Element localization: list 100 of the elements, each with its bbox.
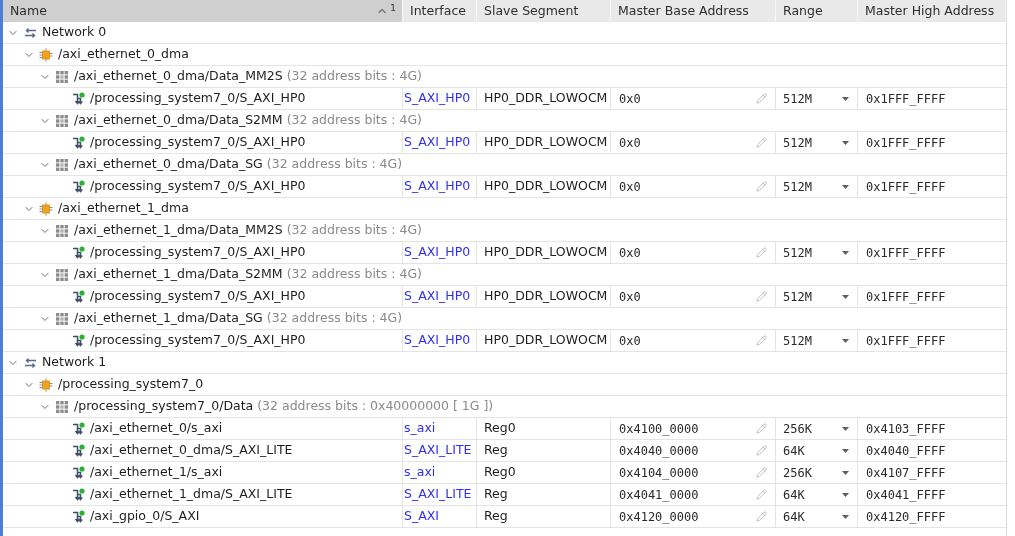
range-dropdown[interactable]: 64K: [783, 441, 849, 460]
column-header[interactable]: Name 1: [3, 0, 403, 22]
caret-down-icon: [842, 492, 849, 497]
range-dropdown[interactable]: 256K: [783, 419, 849, 438]
branch-arrow-icon: [71, 444, 85, 457]
range-dropdown[interactable]: 512M: [783, 287, 849, 306]
interface-link[interactable]: S_AXI_HP0: [404, 133, 471, 152]
range-dropdown[interactable]: 512M: [783, 133, 849, 152]
segment-label[interactable]: /axi_ethernet_1/s_axi: [90, 463, 223, 482]
instance-label[interactable]: /processing_system7_0: [58, 375, 204, 394]
segment-label[interactable]: /axi_ethernet_0_dma/S_AXI_LITE: [90, 441, 293, 460]
address-bits-note: (32 address bits : 4G): [286, 111, 422, 130]
high-address-text: 0x1FFF_FFFF: [866, 90, 946, 108]
caret-down-icon: [842, 448, 849, 453]
grid-icon: [56, 158, 68, 171]
pencil-icon[interactable]: [756, 137, 767, 148]
segment-label[interactable]: /processing_system7_0/S_AXI_HP0: [90, 177, 306, 196]
interface-link[interactable]: S_AXI_LITE: [404, 485, 472, 504]
pencil-icon[interactable]: [756, 335, 767, 346]
high-address-text: 0x1FFF_FFFF: [866, 178, 946, 196]
pencil-icon[interactable]: [756, 489, 767, 500]
column-header[interactable]: Interface: [403, 0, 477, 22]
instance-label[interactable]: /axi_ethernet_0_dma: [58, 45, 189, 64]
segment-label[interactable]: /axi_ethernet_1_dma/S_AXI_LITE: [90, 485, 293, 504]
interface-link[interactable]: S_AXI_HP0: [404, 287, 471, 306]
grid-icon: [56, 114, 68, 127]
ip-block-icon: [39, 47, 53, 62]
pencil-icon[interactable]: [756, 467, 767, 478]
base-address-text: 0x0: [619, 90, 641, 108]
branch-arrow-icon: [71, 488, 85, 501]
base-address-text: 0x4041_0000: [619, 486, 699, 504]
base-address-text: 0x4120_0000: [619, 508, 699, 526]
pencil-icon[interactable]: [756, 181, 767, 192]
grid-icon: [56, 400, 68, 413]
branch-arrow-icon: [71, 180, 85, 193]
segment-label[interactable]: /processing_system7_0/S_AXI_HP0: [90, 133, 306, 152]
range-dropdown[interactable]: 64K: [783, 507, 849, 526]
segment-label[interactable]: /processing_system7_0/S_AXI_HP0: [90, 89, 306, 108]
address-space-label[interactable]: /axi_ethernet_0_dma/Data_SG: [74, 155, 263, 174]
interface-link[interactable]: s_axi: [404, 419, 436, 438]
instance-label[interactable]: /axi_ethernet_1_dma: [58, 199, 189, 218]
segment-label[interactable]: /processing_system7_0/S_AXI_HP0: [90, 331, 306, 350]
address-space-label[interactable]: /axi_ethernet_0_dma/Data_S2MM: [74, 111, 283, 130]
pencil-icon[interactable]: [756, 93, 767, 104]
branch-arrow-icon: [71, 422, 85, 435]
column-header[interactable]: Slave Segment: [477, 0, 611, 22]
high-address-text: 0x4040_FFFF: [866, 442, 946, 460]
caret-down-icon: [842, 426, 849, 431]
high-address-text: 0x1FFF_FFFF: [866, 288, 946, 306]
segment-label[interactable]: /axi_gpio_0/S_AXI: [90, 507, 200, 526]
interface-link[interactable]: S_AXI_HP0: [404, 89, 471, 108]
network-label[interactable]: Network 1: [42, 353, 107, 372]
caret-down-icon: [842, 514, 849, 519]
pencil-icon[interactable]: [756, 423, 767, 434]
branch-arrow-icon: [71, 290, 85, 303]
interface-link[interactable]: S_AXI_HP0: [404, 243, 471, 262]
interface-link[interactable]: S_AXI_HP0: [404, 331, 471, 350]
network-label[interactable]: Network 0: [42, 23, 107, 42]
slave-segment-text: Reg: [484, 485, 508, 504]
caret-down-icon: [842, 294, 849, 299]
column-header[interactable]: Range: [776, 0, 858, 22]
range-dropdown[interactable]: 512M: [783, 89, 849, 108]
base-address-text: 0x4040_0000: [619, 442, 699, 460]
base-address-text: 0x4100_0000: [619, 420, 699, 438]
range-dropdown[interactable]: 512M: [783, 243, 849, 262]
address-space-label[interactable]: /processing_system7_0/Data: [74, 397, 254, 416]
pencil-icon[interactable]: [756, 511, 767, 522]
interface-link[interactable]: S_AXI_LITE: [404, 441, 472, 460]
range-dropdown[interactable]: 512M: [783, 331, 849, 350]
caret-down-icon: [842, 140, 849, 145]
address-bits-note: (32 address bits : 4G): [266, 309, 403, 328]
range-dropdown[interactable]: 64K: [783, 485, 849, 504]
base-address-text: 0x0: [619, 244, 641, 262]
address-bits-note: (32 address bits : 4G): [266, 155, 403, 174]
base-address-text: 0x0: [619, 178, 641, 196]
ip-block-icon: [39, 377, 53, 392]
base-address-text: 0x0: [619, 288, 641, 306]
segment-label[interactable]: /axi_ethernet_0/s_axi: [90, 419, 223, 438]
range-dropdown[interactable]: 512M: [783, 177, 849, 196]
branch-arrow-icon: [71, 510, 85, 523]
address-space-label[interactable]: /axi_ethernet_1_dma/Data_SG: [74, 309, 263, 328]
column-header[interactable]: Master High Address: [858, 0, 1006, 22]
pencil-icon[interactable]: [756, 445, 767, 456]
address-space-label[interactable]: /axi_ethernet_1_dma/Data_MM2S: [74, 221, 283, 240]
range-dropdown[interactable]: 256K: [783, 463, 849, 482]
segment-label[interactable]: /processing_system7_0/S_AXI_HP0: [90, 287, 306, 306]
base-address-text: 0x4104_0000: [619, 464, 699, 482]
pencil-icon[interactable]: [756, 291, 767, 302]
interface-link[interactable]: S_AXI_HP0: [404, 177, 471, 196]
address-space-label[interactable]: /axi_ethernet_1_dma/Data_S2MM: [74, 265, 283, 284]
slave-segment-text: Reg0: [484, 463, 516, 482]
address-bits-note: (32 address bits : 0x40000000 [ 1G ]): [257, 397, 494, 416]
pencil-icon[interactable]: [756, 247, 767, 258]
segment-label[interactable]: /processing_system7_0/S_AXI_HP0: [90, 243, 306, 262]
caret-down-icon: [842, 250, 849, 255]
caret-down-icon: [842, 470, 849, 475]
interface-link[interactable]: S_AXI: [404, 507, 439, 526]
column-header[interactable]: Master Base Address: [611, 0, 776, 22]
address-space-label[interactable]: /axi_ethernet_0_dma/Data_MM2S: [74, 67, 283, 86]
interface-link[interactable]: s_axi: [404, 463, 436, 482]
